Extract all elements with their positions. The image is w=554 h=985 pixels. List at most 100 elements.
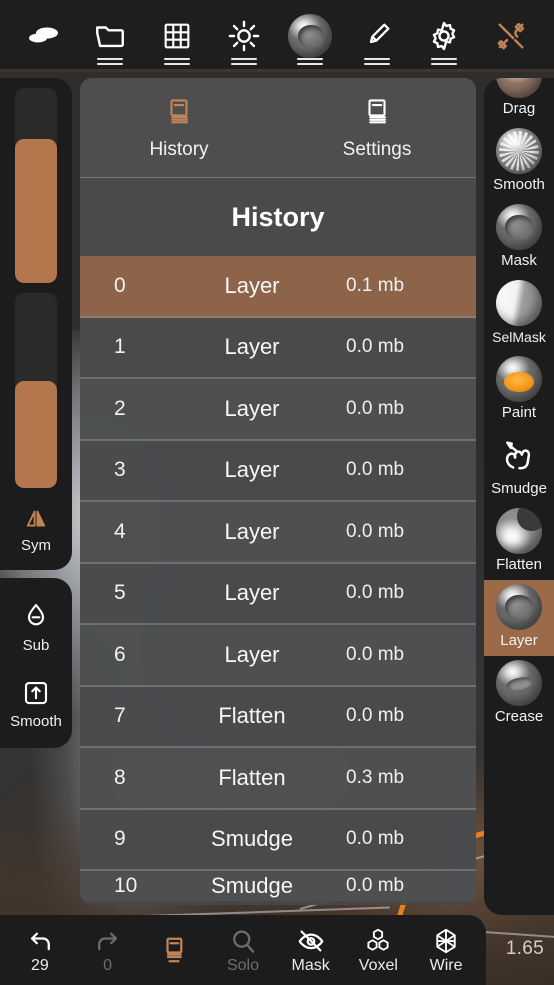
tab-label: History bbox=[149, 138, 209, 160]
wireframe-icon bbox=[436, 928, 456, 953]
radius-slider-fill bbox=[15, 138, 57, 283]
table-row[interactable]: 2 Layer 0.0 mb bbox=[80, 379, 476, 441]
topbar-item-settings[interactable] bbox=[415, 7, 473, 65]
mask-ball-icon bbox=[496, 204, 542, 250]
row-index: 2 bbox=[114, 396, 126, 420]
row-index: 9 bbox=[114, 827, 126, 851]
topbar-item-material[interactable] bbox=[281, 7, 339, 65]
tool-item-smudge[interactable]: Smudge bbox=[484, 428, 554, 504]
tab-label: Settings bbox=[342, 138, 412, 160]
bottom-toolbar: 29 0 Solo Mask Voxel Wire bbox=[0, 915, 486, 985]
intensity-slider[interactable] bbox=[15, 293, 57, 488]
table-row[interactable]: 3 Layer 0.0 mb bbox=[80, 440, 476, 502]
row-size: 0.0 mb bbox=[346, 336, 405, 358]
menu-handle-icon bbox=[297, 55, 324, 65]
redo-button[interactable]: 0 bbox=[76, 926, 140, 975]
tool-item-mask[interactable]: Mask bbox=[484, 200, 554, 276]
row-size: 0.3 mb bbox=[346, 766, 405, 788]
voxel-button[interactable]: Voxel bbox=[346, 926, 410, 975]
menu-handle-icon bbox=[230, 55, 257, 65]
book-icon bbox=[170, 98, 189, 123]
flatten-ball-icon bbox=[496, 508, 542, 554]
page-title: History bbox=[80, 178, 476, 256]
row-name: Layer bbox=[224, 518, 280, 544]
row-index: 1 bbox=[114, 335, 126, 359]
table-row[interactable]: 1 Layer 0.0 mb bbox=[80, 317, 476, 379]
row-size: 0.0 mb bbox=[346, 643, 405, 665]
brush-icon bbox=[370, 23, 390, 44]
tab-settings[interactable]: Settings bbox=[278, 95, 476, 161]
app-root: 1.65 Sym Sub Smooth Drag Smooth Mask Sel… bbox=[0, 0, 554, 985]
topbar-item-files[interactable] bbox=[81, 7, 139, 65]
table-row[interactable]: 10 Smudge 0.0 mb bbox=[80, 871, 476, 901]
tool-list-sidebar[interactable]: Drag Smooth Mask SelMask Paint Smudge Fl… bbox=[484, 78, 554, 915]
magnifier-icon bbox=[233, 930, 255, 953]
menu-handle-icon bbox=[96, 55, 123, 65]
tool-item-paint[interactable]: Paint bbox=[484, 352, 554, 428]
row-size: 0.0 mb bbox=[346, 459, 405, 481]
row-index: 8 bbox=[114, 765, 126, 789]
tool-label: Mask bbox=[501, 252, 537, 269]
left-toolbar-secondary: Sub Smooth bbox=[0, 578, 72, 748]
menu-handle-icon bbox=[163, 55, 190, 65]
row-size: 0.0 mb bbox=[346, 705, 405, 727]
tools-icon bbox=[497, 22, 525, 50]
tool-label: SelMask bbox=[492, 329, 546, 345]
grid-icon bbox=[164, 23, 190, 49]
history-toggle-button[interactable] bbox=[143, 934, 207, 967]
left-toolbar: Sym Sub Smooth bbox=[0, 78, 72, 748]
tool-item-crease[interactable]: Crease bbox=[484, 656, 554, 732]
topbar-item-app-logo[interactable] bbox=[14, 7, 72, 65]
symmetry-icon bbox=[26, 510, 46, 527]
solo-button[interactable]: Solo bbox=[211, 926, 275, 975]
row-name: Smudge bbox=[211, 826, 293, 852]
topbar-item-lighting[interactable] bbox=[215, 7, 273, 65]
smooth-label: Smooth bbox=[10, 713, 62, 730]
topbar-item-tools[interactable] bbox=[482, 7, 540, 65]
tool-item-drag[interactable]: Drag bbox=[484, 78, 554, 124]
table-row[interactable]: 7 Flatten 0.0 mb bbox=[80, 686, 476, 748]
drag-ball-icon bbox=[496, 78, 542, 98]
menu-handle-icon bbox=[364, 55, 391, 65]
row-size: 0.0 mb bbox=[346, 828, 405, 850]
redo-arrow-icon bbox=[97, 932, 117, 950]
intensity-slider-fill bbox=[15, 380, 57, 488]
table-row[interactable]: 6 Layer 0.0 mb bbox=[80, 625, 476, 687]
sub-button[interactable]: Sub bbox=[2, 594, 70, 658]
top-toolbar bbox=[0, 0, 554, 72]
row-index: 6 bbox=[114, 642, 126, 666]
tool-item-smooth[interactable]: Smooth bbox=[484, 124, 554, 200]
table-row[interactable]: 9 Smudge 0.0 mb bbox=[80, 809, 476, 871]
undo-count: 29 bbox=[30, 956, 49, 974]
mask-button[interactable]: Mask bbox=[279, 926, 343, 975]
undo-button[interactable]: 29 bbox=[8, 926, 72, 975]
smooth-button[interactable]: Smooth bbox=[2, 672, 70, 734]
topbar-item-topology[interactable] bbox=[148, 7, 206, 65]
table-row[interactable]: 8 Flatten 0.3 mb bbox=[80, 748, 476, 810]
tool-label: Crease bbox=[494, 708, 544, 725]
nomad-logo-icon bbox=[29, 27, 58, 43]
row-name: Layer bbox=[224, 641, 280, 667]
row-name: Layer bbox=[224, 580, 280, 606]
row-size: 0.0 mb bbox=[346, 397, 405, 419]
drop-minus-icon bbox=[27, 603, 45, 626]
row-index: 10 bbox=[114, 874, 138, 897]
tool-item-layer[interactable]: Layer bbox=[484, 580, 554, 656]
tool-item-selmask[interactable]: SelMask bbox=[484, 276, 554, 352]
book-icon bbox=[368, 98, 387, 123]
row-name: Smudge bbox=[211, 873, 293, 898]
paint-ball-icon bbox=[496, 356, 542, 402]
row-size: 0.1 mb bbox=[346, 274, 405, 296]
table-row[interactable]: 5 Layer 0.0 mb bbox=[80, 563, 476, 625]
history-list[interactable]: 0 Layer 0.1 mb 1 Layer 0.0 mb 2 Layer 0.… bbox=[80, 256, 476, 905]
radius-slider[interactable] bbox=[15, 88, 57, 283]
table-row[interactable]: 0 Layer 0.1 mb bbox=[80, 256, 476, 318]
topbar-item-paint[interactable] bbox=[348, 7, 406, 65]
sym-button[interactable]: Sym bbox=[2, 498, 70, 558]
tool-item-flatten[interactable]: Flatten bbox=[484, 504, 554, 580]
row-name: Layer bbox=[224, 334, 280, 360]
table-row[interactable]: 4 Layer 0.0 mb bbox=[80, 502, 476, 564]
row-size: 0.0 mb bbox=[346, 875, 405, 896]
wire-button[interactable]: Wire bbox=[414, 926, 478, 975]
tab-history[interactable]: History bbox=[80, 95, 278, 161]
